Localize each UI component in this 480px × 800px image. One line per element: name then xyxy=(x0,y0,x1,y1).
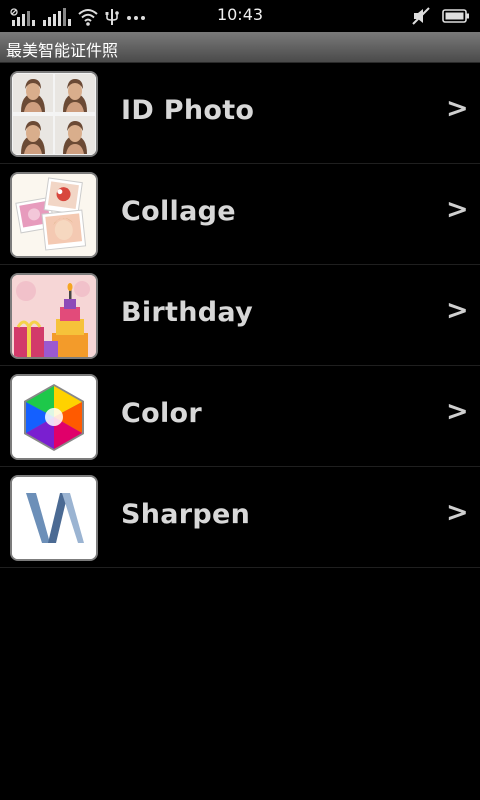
menu-item-id-photo[interactable]: ID Photo > xyxy=(0,63,480,164)
birthday-thumbnail xyxy=(10,273,98,359)
chevron-right-icon: > xyxy=(446,396,469,427)
app-title-bar: 最美智能证件照 xyxy=(0,32,480,63)
status-time: 10:43 xyxy=(216,5,264,24)
chevron-right-icon: > xyxy=(446,194,469,225)
menu-item-color[interactable]: Color > xyxy=(0,366,480,467)
battery-icon xyxy=(442,8,470,24)
collage-thumbnail xyxy=(10,172,98,258)
id-photo-thumbnail xyxy=(10,71,98,157)
sharpen-thumbnail xyxy=(10,475,98,561)
menu-item-label: Birthday xyxy=(121,297,253,328)
status-bar: 10:43 xyxy=(0,0,480,32)
menu-list: ID Photo > Collage > Birthday > Color > … xyxy=(0,63,480,568)
menu-item-label: Sharpen xyxy=(121,499,251,530)
status-right-icons xyxy=(412,6,470,26)
chevron-right-icon: > xyxy=(446,497,469,528)
mute-icon xyxy=(412,7,430,25)
menu-item-label: ID Photo xyxy=(121,95,255,126)
chevron-right-icon: > xyxy=(446,295,469,326)
chevron-right-icon: > xyxy=(446,93,469,124)
menu-item-label: Collage xyxy=(121,196,236,227)
menu-item-birthday[interactable]: Birthday > xyxy=(0,265,480,366)
menu-item-label: Color xyxy=(121,398,202,429)
menu-item-sharpen[interactable]: Sharpen > xyxy=(0,467,480,568)
app-title: 最美智能证件照 xyxy=(6,41,119,60)
menu-item-collage[interactable]: Collage > xyxy=(0,164,480,265)
color-thumbnail xyxy=(10,374,98,460)
